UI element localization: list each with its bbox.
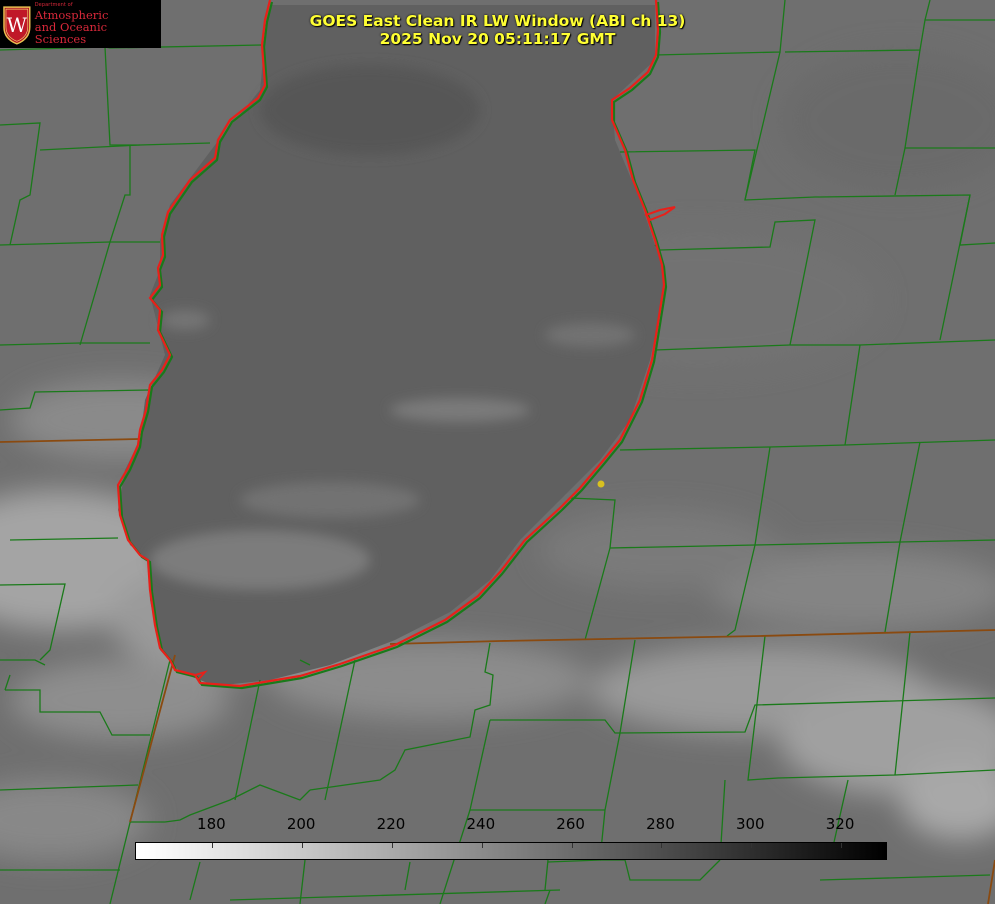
colorbar-tick-mark [481, 843, 483, 848]
satellite-map [0, 0, 995, 904]
temperature-colorbar [135, 842, 887, 860]
colorbar-tick-mark [841, 843, 843, 848]
colorbar-tick-label: 200 [286, 815, 316, 833]
colorbar-tick-label: 220 [376, 815, 406, 833]
colorbar-tick-label: 320 [825, 815, 855, 833]
colorbar-tick-label: 180 [197, 815, 226, 833]
colorbar-tick-mark [212, 843, 214, 848]
image-timestamp: 2025 Nov 20 05:11:17 GMT [379, 30, 616, 48]
colorbar-tick-label: 240 [466, 815, 496, 833]
colorbar-tick-mark [751, 843, 753, 848]
colorbar-tick-mark [302, 843, 304, 848]
product-title: GOES East Clean IR LW Window (ABI ch 13) [309, 12, 686, 30]
colorbar-tick-mark [661, 843, 663, 848]
colorbar-tick-mark [571, 843, 573, 848]
colorbar-tick-label: 260 [556, 815, 585, 833]
colorbar-tick-mark [391, 843, 393, 848]
colorbar-tick-label: 300 [735, 815, 765, 833]
colorbar-tick-label: 280 [646, 815, 675, 833]
location-marker [597, 480, 605, 488]
